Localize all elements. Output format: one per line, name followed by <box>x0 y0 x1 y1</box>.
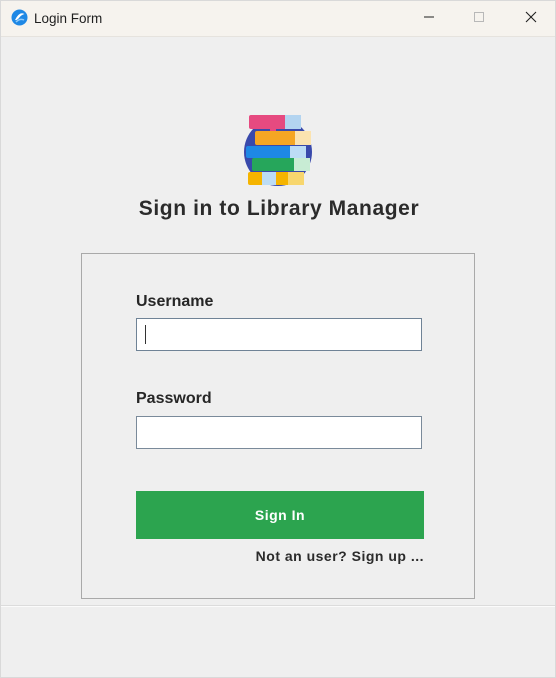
sign-up-link[interactable]: Not an user? Sign up ... <box>256 548 424 564</box>
password-label: Password <box>136 390 212 407</box>
login-form-panel: Username Password Sign In Not an user? S… <box>81 253 475 599</box>
title-bar[interactable]: Login Form <box>1 1 555 37</box>
username-input[interactable] <box>136 318 422 351</box>
books-stack-logo <box>240 112 316 188</box>
page-title: Sign in to Library Manager <box>138 197 420 220</box>
close-icon <box>525 10 537 28</box>
username-label: Username <box>136 293 214 310</box>
close-button[interactable] <box>508 1 554 36</box>
app-icon <box>11 9 28 26</box>
maximize-icon <box>473 10 485 28</box>
sign-in-button[interactable]: Sign In <box>136 491 424 539</box>
status-divider-highlight <box>1 606 555 607</box>
login-window: Login Form Sign in to Library Manager Us… <box>0 0 556 678</box>
maximize-button[interactable] <box>456 1 502 36</box>
password-input[interactable] <box>136 416 422 449</box>
minimize-icon <box>423 10 435 28</box>
window-title: Login Form <box>34 11 103 26</box>
text-caret <box>145 325 146 344</box>
minimize-button[interactable] <box>406 1 452 36</box>
